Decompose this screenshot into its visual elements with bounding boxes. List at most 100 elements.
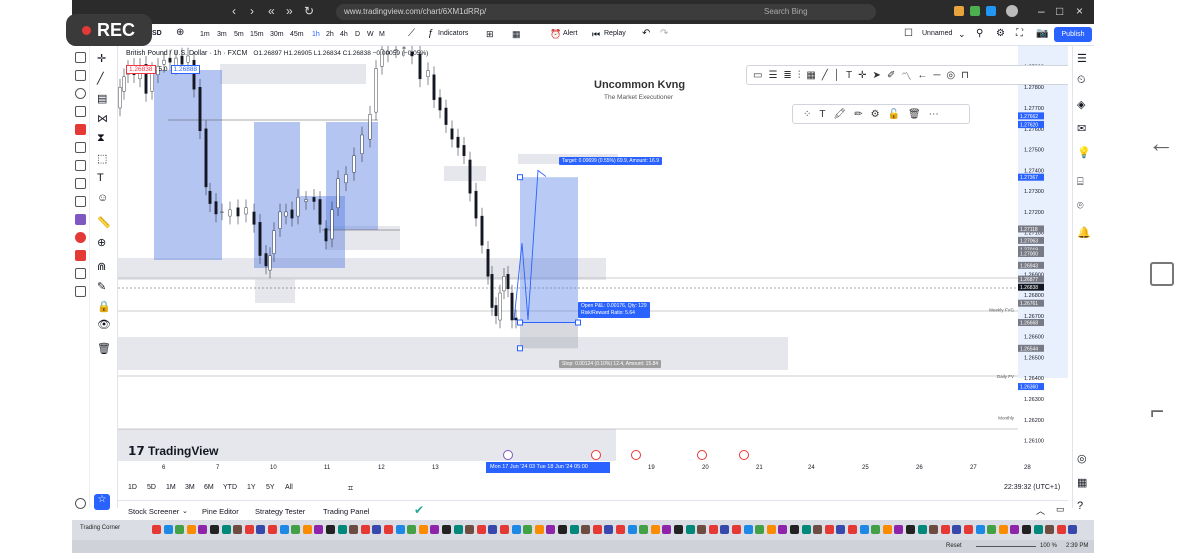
bookmark-icon[interactable] xyxy=(650,525,660,534)
calendar-small-icon[interactable]: ▦ xyxy=(1077,476,1087,489)
timeframe-30m[interactable]: 30m xyxy=(270,31,284,38)
tab-stock-screener[interactable]: Stock Screener xyxy=(128,507,179,516)
bookmark-icon[interactable] xyxy=(175,525,185,534)
bookmark-icon[interactable] xyxy=(708,525,718,534)
sidebar-app-icon[interactable] xyxy=(75,52,86,63)
bookmark-icon[interactable] xyxy=(627,525,637,534)
tab-trading-panel[interactable]: Trading Panel xyxy=(323,507,369,516)
bookmark-icon[interactable] xyxy=(743,525,753,534)
fill-color-icon[interactable]: 🖍 xyxy=(834,109,847,120)
symbol-search[interactable]: SD xyxy=(152,30,162,37)
bookmark-icon[interactable] xyxy=(372,525,382,534)
bookmark-icon[interactable] xyxy=(766,525,776,534)
maximize-panel-icon[interactable]: ▭ xyxy=(1056,504,1065,515)
object-settings-icon[interactable]: ⚙ xyxy=(871,109,880,120)
extension-icon[interactable] xyxy=(954,6,964,16)
bookmark-icon[interactable] xyxy=(337,525,347,534)
bookmark-icon[interactable] xyxy=(407,525,417,534)
timeframe-4h[interactable]: 4h xyxy=(340,31,348,38)
sell-button[interactable]: 1.26838 xyxy=(126,65,156,74)
bookmark-icon[interactable] xyxy=(569,525,579,534)
timeframe-2h[interactable]: 2h xyxy=(326,31,334,38)
bookmark-icon[interactable] xyxy=(836,525,846,534)
calendar-icon[interactable]: ⌾ xyxy=(1077,200,1084,213)
chevron-down-icon[interactable]: ⌄ xyxy=(958,29,966,40)
date-range-icon[interactable]: ⊓ xyxy=(961,70,969,81)
watchlist-icon[interactable]: ☰ xyxy=(1077,52,1087,65)
bookmark-icon[interactable] xyxy=(1056,525,1066,534)
bookmark-icon[interactable] xyxy=(1033,525,1043,534)
bookmark-icon[interactable] xyxy=(1045,525,1055,534)
arrow-icon[interactable]: ➤ xyxy=(873,70,881,81)
zoom-slider[interactable] xyxy=(976,546,1036,547)
rectangle-icon[interactable]: ▭ xyxy=(753,70,762,81)
fib-icon[interactable]: ▤ xyxy=(97,92,107,105)
replay-icon[interactable]: ⏮ xyxy=(592,29,600,40)
more-icon[interactable]: ⋯ xyxy=(929,109,939,120)
minimize-icon[interactable]: – xyxy=(1038,4,1045,18)
range-button-6m[interactable]: 6M xyxy=(204,484,214,491)
path-icon[interactable]: 〽 xyxy=(901,68,911,83)
bookmark-icon[interactable] xyxy=(848,525,857,534)
ideas-icon[interactable]: 💡 xyxy=(1077,146,1091,159)
bookmark-icon[interactable] xyxy=(639,525,649,534)
vertical-line-icon[interactable]: │ xyxy=(834,70,840,81)
lock-drawing-icon[interactable]: ✎ xyxy=(97,280,106,293)
bookmark-icon[interactable] xyxy=(558,525,567,534)
bookmark-icon[interactable] xyxy=(476,525,486,534)
range-button-5y[interactable]: 5Y xyxy=(266,484,275,491)
bookmark-icon[interactable] xyxy=(720,525,730,534)
bookmark-icon[interactable] xyxy=(221,525,231,534)
fib-retracement-icon[interactable]: ☰ xyxy=(768,70,777,81)
crosshair-icon[interactable]: ✛ xyxy=(97,52,106,65)
bookmark-icon[interactable] xyxy=(871,525,881,534)
lock-object-icon[interactable]: 🔓 xyxy=(888,109,900,120)
bookmark-icon[interactable] xyxy=(882,525,892,534)
emoji-icon[interactable]: ☺ xyxy=(97,192,108,204)
undo-icon[interactable]: ↶ xyxy=(642,28,650,39)
bookmark-icon[interactable] xyxy=(488,525,498,534)
parallel-channel-icon[interactable]: ⫶ xyxy=(798,70,801,81)
reset-zoom[interactable]: Reset xyxy=(946,543,962,549)
bookmark-icon[interactable] xyxy=(1022,525,1031,534)
bookmark-icon[interactable] xyxy=(1068,525,1078,534)
sidebar-app-icon[interactable] xyxy=(75,232,86,243)
bookmark-icon[interactable] xyxy=(534,525,544,534)
bookmark-icon[interactable] xyxy=(894,525,904,534)
timeframe-45m[interactable]: 45m xyxy=(290,31,304,38)
help-target-icon[interactable]: ◎ xyxy=(1077,452,1087,465)
bookmark-icon[interactable] xyxy=(952,525,962,534)
chart-type-icon[interactable]: ⟋ xyxy=(408,28,415,39)
bookmark-icon[interactable] xyxy=(268,525,277,534)
cross-line-icon[interactable]: ✛ xyxy=(858,70,866,81)
bookmark-icon[interactable] xyxy=(291,525,301,534)
back-icon[interactable]: ‹ xyxy=(232,4,236,18)
arrow-left-icon[interactable]: ← xyxy=(917,70,927,81)
bookmark-icon[interactable] xyxy=(824,525,834,534)
template-icon[interactable]: ⁘ xyxy=(803,109,811,120)
sidebar-app-icon[interactable] xyxy=(75,250,86,261)
bookmark-icon[interactable] xyxy=(152,525,161,534)
extension-icon[interactable] xyxy=(986,6,996,16)
sidebar-app-icon[interactable] xyxy=(75,286,86,297)
bookmark-icon[interactable] xyxy=(581,525,591,534)
indicators-icon[interactable]: ƒ xyxy=(428,28,434,39)
text-tool-icon[interactable]: T xyxy=(846,70,852,81)
range-button-5d[interactable]: 5D xyxy=(147,484,156,491)
horizontal-ray-icon[interactable]: ─ xyxy=(933,70,940,81)
alert-button[interactable]: Alert xyxy=(563,30,577,37)
chat-icon[interactable]: ✉ xyxy=(1077,122,1086,135)
hotlist-icon[interactable]: ⌸ xyxy=(1077,176,1084,189)
lock-icon[interactable]: 🔒 xyxy=(97,300,111,313)
history-back-icon[interactable]: « xyxy=(268,4,275,18)
bookmark-icon[interactable] xyxy=(233,525,243,534)
range-button-ytd[interactable]: YTD xyxy=(223,484,237,491)
text-icon[interactable]: T xyxy=(97,172,104,184)
tab-strategy-tester[interactable]: Strategy Tester xyxy=(255,507,305,516)
ruler-icon[interactable]: 📏 xyxy=(97,216,111,229)
bookmark-icon[interactable] xyxy=(1010,525,1020,534)
brush-icon[interactable]: ✐ xyxy=(887,70,895,81)
bookmark-icon[interactable] xyxy=(163,525,173,534)
text-style-icon[interactable]: T xyxy=(819,109,825,120)
goto-date-icon[interactable]: ⌗ xyxy=(348,483,353,494)
